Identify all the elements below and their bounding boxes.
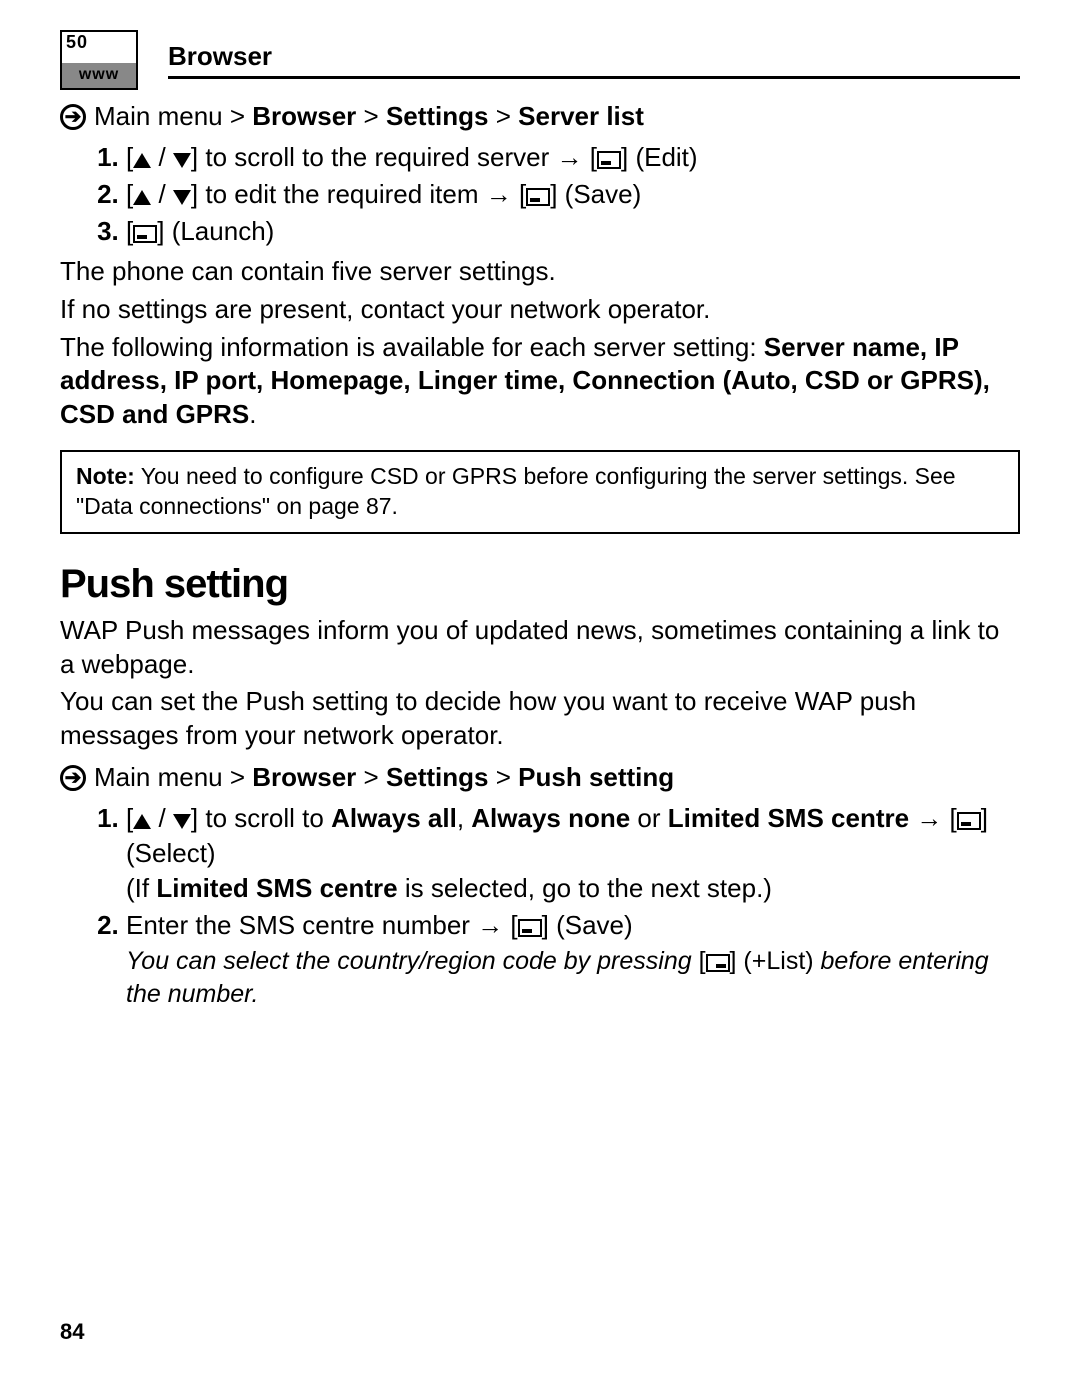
icon-bottom-text: www <box>79 66 119 84</box>
right-arrow-icon: → <box>557 142 583 172</box>
paragraph: The following information is available f… <box>60 331 1020 432</box>
softkey-icon <box>597 151 621 169</box>
page-number: 84 <box>60 1319 84 1345</box>
step-2-note: You can select the country/region code b… <box>126 945 1020 1010</box>
up-arrow-icon <box>133 153 151 168</box>
header-rule <box>168 76 1020 79</box>
softkey-icon <box>133 225 157 243</box>
right-arrow-icon: → <box>477 910 503 940</box>
paragraph: You can set the Push setting to decide h… <box>60 685 1020 753</box>
push-setting-heading: Push setting <box>60 558 1020 610</box>
note-box: Note: You need to configure CSD or GPRS … <box>60 450 1020 534</box>
steps-server-list: [ / ] to scroll to the required server →… <box>86 140 1020 249</box>
softkey-icon <box>706 954 730 972</box>
content-body: ➔ Main menu > Browser > Settings > Serve… <box>60 100 1020 1010</box>
step-3: [] (Launch) <box>126 214 1020 249</box>
up-arrow-icon <box>133 814 151 829</box>
breadcrumb-text: Main menu > Browser > Settings > Server … <box>94 100 644 134</box>
goto-arrow-icon: ➔ <box>60 765 86 791</box>
softkey-icon <box>518 919 542 937</box>
header-title-wrap: Browser <box>168 41 1020 79</box>
right-arrow-icon: → <box>486 179 512 209</box>
step-1-substep: (If Limited SMS centre is selected, go t… <box>126 871 1020 906</box>
icon-top-text: 50 <box>66 32 88 53</box>
note-label: Note: <box>76 463 135 489</box>
paragraph: If no settings are present, contact your… <box>60 293 1020 327</box>
step-1: [ / ] to scroll to Always all, Always no… <box>126 801 1020 906</box>
breadcrumb-push-setting: ➔ Main menu > Browser > Settings > Push … <box>60 761 1020 795</box>
browser-www-icon: 50 www <box>60 30 138 90</box>
breadcrumb-text: Main menu > Browser > Settings > Push se… <box>94 761 674 795</box>
step-2: [ / ] to edit the required item → [] (Sa… <box>126 177 1020 212</box>
paragraph: The phone can contain five server settin… <box>60 255 1020 289</box>
header-title: Browser <box>168 41 1020 76</box>
steps-push-setting: [ / ] to scroll to Always all, Always no… <box>86 801 1020 1010</box>
page-header: 50 www Browser <box>60 30 1020 90</box>
down-arrow-icon <box>173 814 191 829</box>
up-arrow-icon <box>133 190 151 205</box>
manual-page: 50 www Browser ➔ Main menu > Browser > S… <box>0 0 1080 1379</box>
paragraph: WAP Push messages inform you of updated … <box>60 614 1020 682</box>
softkey-icon <box>957 812 981 830</box>
right-arrow-icon: → <box>916 803 942 833</box>
down-arrow-icon <box>173 153 191 168</box>
goto-arrow-icon: ➔ <box>60 104 86 130</box>
down-arrow-icon <box>173 190 191 205</box>
breadcrumb-server-list: ➔ Main menu > Browser > Settings > Serve… <box>60 100 1020 134</box>
step-2: Enter the SMS centre number → [] (Save) … <box>126 908 1020 1010</box>
note-text: You need to configure CSD or GPRS before… <box>76 463 956 519</box>
softkey-icon <box>526 188 550 206</box>
step-1: [ / ] to scroll to the required server →… <box>126 140 1020 175</box>
